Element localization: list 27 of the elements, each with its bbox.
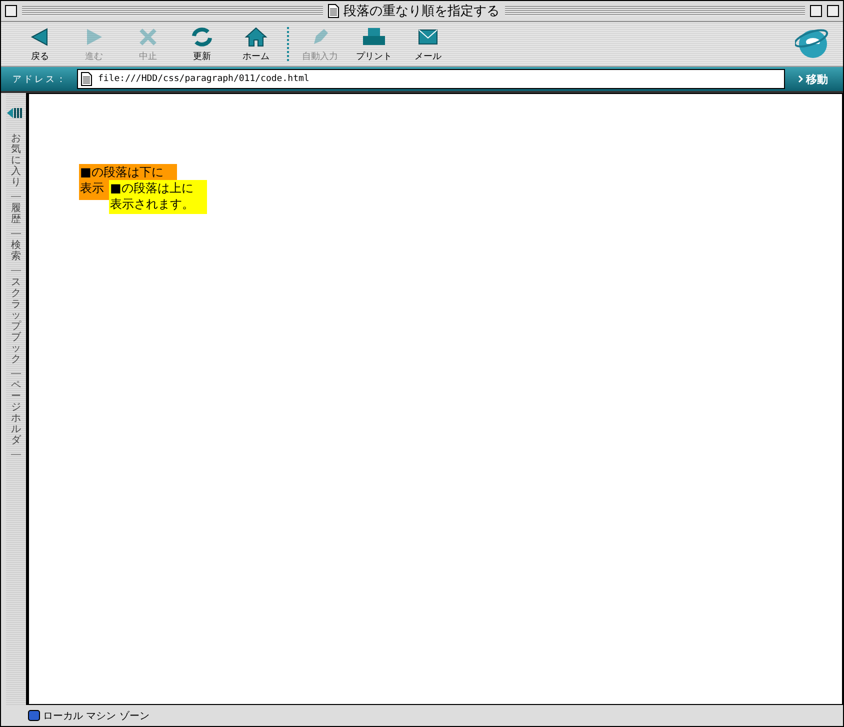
refresh-icon (190, 26, 214, 48)
close-box[interactable] (5, 5, 17, 17)
toolbar-button[interactable]: 戻る (13, 26, 67, 62)
house-icon (244, 26, 268, 48)
sidebar-tab[interactable]: ページホルダ (11, 374, 21, 455)
document-icon (328, 4, 338, 18)
sidebar-tab[interactable]: お気に入り (11, 127, 21, 197)
sidebar-tab[interactable]: スクラップブック (11, 271, 21, 374)
collapse-arrow-icon[interactable] (7, 107, 25, 119)
sidebar-tab[interactable]: 履歴 (11, 197, 21, 234)
chevron-icon (798, 75, 803, 83)
printer-icon (362, 26, 386, 48)
collapse-box[interactable] (827, 5, 839, 17)
address-label: アドレス： (12, 74, 68, 86)
sidebar-tab[interactable]: 検索 (11, 234, 21, 271)
toolbar-button[interactable]: プリント (347, 26, 401, 62)
zoom-box[interactable] (810, 5, 822, 17)
address-field[interactable]: file:///HDD/css/paragraph/011/code.html (77, 69, 785, 89)
toolbar-button[interactable]: 更新 (175, 26, 229, 62)
document-icon (81, 72, 92, 86)
monitor-icon (28, 710, 40, 721)
paragraph: ■の段落は上に 表示されます。 (109, 180, 207, 214)
window-title: 段落の重なり順を指定する (344, 3, 500, 20)
status-text: ローカル マシン ゾーン (43, 710, 150, 722)
go-button[interactable]: 移動 (785, 72, 841, 86)
toolbar-button[interactable]: ホーム (229, 26, 283, 62)
toolbar-button[interactable]: メール (401, 26, 455, 62)
